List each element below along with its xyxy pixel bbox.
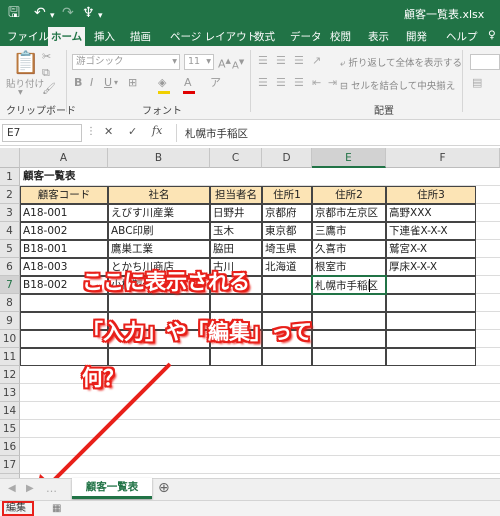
annotation-arrow (34, 362, 172, 500)
macro-record-icon[interactable]: ▦ (52, 502, 61, 516)
sheet-tab-active[interactable]: 顧客一覧表 (72, 478, 152, 499)
scroll-left-icon[interactable]: ◀ (8, 482, 16, 496)
arrow-shaft (44, 362, 172, 490)
add-sheet-icon[interactable]: ⊕ (158, 481, 170, 495)
sheet-tab-bar: ◀ ▶ … 顧客一覧表 ⊕ (0, 478, 500, 500)
status-mode: 編集 (2, 501, 34, 516)
status-bar: 編集 ▦ (0, 500, 500, 516)
more-sheets-icon[interactable]: … (46, 482, 57, 496)
scroll-right-icon[interactable]: ▶ (26, 482, 34, 496)
